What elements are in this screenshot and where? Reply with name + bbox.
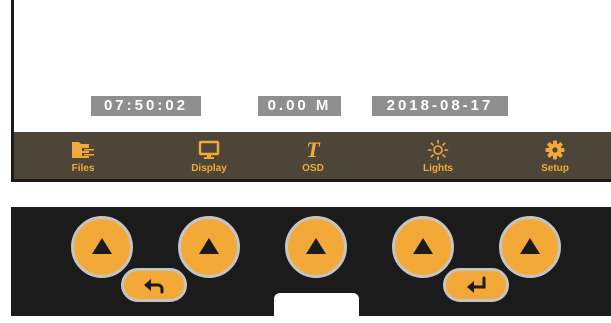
- menu-item-osd[interactable]: T OSD: [273, 132, 353, 179]
- menu-item-label: OSD: [302, 163, 324, 174]
- enter-arrow-icon: [467, 276, 486, 293]
- menu-item-label: Lights: [423, 163, 453, 174]
- function-button-2[interactable]: [178, 216, 240, 278]
- time-overlay: 07:50:02: [91, 96, 201, 116]
- enter-button[interactable]: [443, 268, 509, 302]
- date-overlay: 2018-08-17: [372, 96, 508, 116]
- menu-item-setup[interactable]: Setup: [515, 132, 595, 179]
- function-button-3[interactable]: [285, 216, 347, 278]
- menu-item-label: Setup: [541, 163, 569, 174]
- folder-icon: [43, 139, 123, 161]
- arrow-up-icon: [520, 238, 540, 254]
- control-keypad: [11, 207, 611, 323]
- menu-item-files[interactable]: Files: [43, 132, 123, 179]
- back-arrow-icon: [144, 279, 164, 294]
- menu-item-label: Display: [191, 163, 227, 174]
- menu-item-label: Files: [71, 163, 95, 174]
- arrow-up-icon: [413, 238, 433, 254]
- monitor-icon: [169, 139, 249, 161]
- back-button[interactable]: [121, 268, 187, 302]
- sun-icon: [398, 139, 478, 161]
- menu-item-lights[interactable]: Lights: [398, 132, 478, 179]
- center-slot: [274, 293, 359, 323]
- function-button-1[interactable]: [71, 216, 133, 278]
- screen-bottom-border: [11, 179, 611, 182]
- gear-icon: [515, 139, 595, 161]
- text-t-icon: T: [306, 137, 320, 162]
- distance-overlay: 0.00 M: [258, 96, 341, 116]
- arrow-up-icon: [199, 238, 219, 254]
- function-button-5[interactable]: [499, 216, 561, 278]
- arrow-up-icon: [306, 238, 326, 254]
- function-button-4[interactable]: [392, 216, 454, 278]
- menu-bar: Files Display T OSD Lights Setup: [14, 132, 611, 179]
- arrow-up-icon: [92, 238, 112, 254]
- video-screen: 07:50:02 0.00 M 2018-08-17 Files Display…: [0, 0, 611, 182]
- menu-item-display[interactable]: Display: [169, 132, 249, 179]
